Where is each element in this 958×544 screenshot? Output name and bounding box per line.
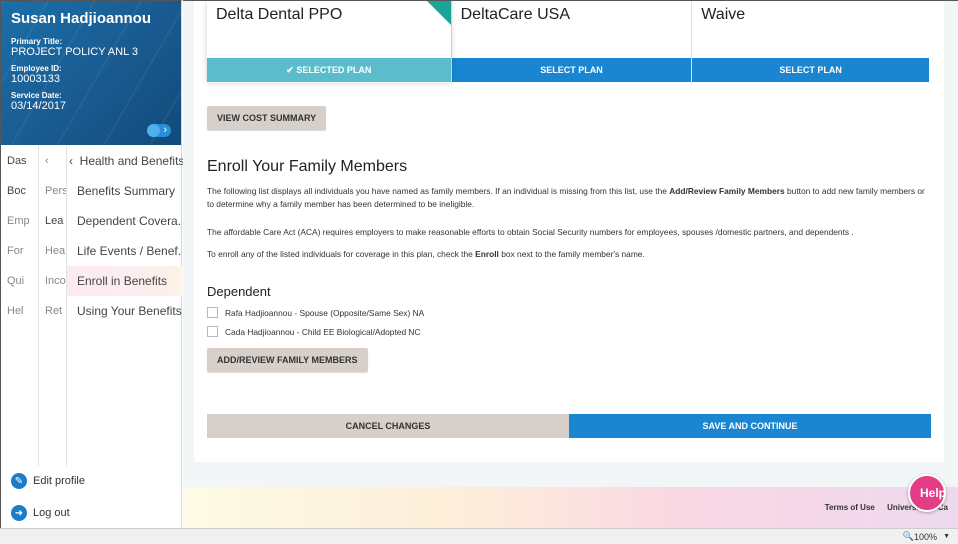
nav-level-2: ‹ Pers Lea Hea Inco Ret — [39, 146, 67, 466]
plan-name: Delta Dental PPO — [216, 6, 343, 23]
nav-item-benefits-summary[interactable]: Benefits Summary — [67, 176, 182, 206]
instructions-text: The following list displays all individu… — [207, 186, 670, 196]
back-icon[interactable]: ‹ — [39, 146, 66, 176]
nav-level-1: Das Boc Emp For Qui Hel — [1, 146, 39, 466]
dependent-name: Cada Hadjioannou - Child EE Biological/A… — [225, 326, 421, 337]
dependent-name: Rafa Hadjioannou - Spouse (Opposite/Same… — [225, 307, 425, 318]
profile-toggle[interactable]: › — [147, 124, 171, 137]
edit-profile-link[interactable]: ✎ Edit profile — [11, 473, 85, 489]
enroll-checkbox[interactable] — [207, 326, 218, 337]
nav-item-using-your-benefits[interactable]: Using Your Benefits — [67, 296, 182, 326]
profile-panel: Susan Hadjioannou Primary Title: PROJECT… — [1, 1, 181, 145]
plan-name: DeltaCare USA — [460, 6, 570, 23]
nav-item-level2[interactable]: Lea — [39, 206, 66, 236]
check-circle-icon: ✔ — [286, 65, 297, 75]
plan-card-waive: Waive SELECT PLAN — [691, 1, 929, 83]
enroll-instructions-2: To enroll any of the listed individuals … — [207, 248, 931, 261]
enroll-family-title: Enroll Your Family Members — [207, 158, 408, 175]
cancel-changes-button[interactable]: CANCEL CHANGES — [207, 414, 569, 438]
plan-card-deltacare-usa: DeltaCare USA SELECT PLAN — [450, 1, 692, 83]
plan-card-delta-dental-ppo: Delta Dental PPO ✔ SELECTED PLAN — [207, 1, 451, 83]
employee-id-value: 10003133 — [11, 73, 60, 85]
nav-item-level1[interactable]: Emp — [1, 206, 38, 236]
instructions-text: To enroll any of the listed individuals … — [207, 249, 476, 259]
enroll-checkbox[interactable] — [207, 307, 218, 318]
instructions-bold: Enroll — [475, 249, 499, 259]
chevron-down-icon: ▼ — [943, 533, 950, 540]
content: Delta Dental PPO ✔ SELECTED PLAN DeltaCa… — [207, 1, 931, 438]
instructions-bold: Add/Review Family Members — [669, 186, 785, 196]
nav-item-level2[interactable]: Pers — [39, 176, 66, 206]
nav-item-level2[interactable]: Hea — [39, 236, 66, 266]
save-and-continue-button[interactable]: SAVE AND CONTINUE — [569, 414, 931, 438]
select-plan-button[interactable]: SELECT PLAN — [451, 58, 692, 82]
view-cost-summary-button[interactable]: VIEW COST SUMMARY — [207, 106, 327, 130]
action-bar: CANCEL CHANGES SAVE AND CONTINUE — [207, 414, 931, 438]
nav-item-level1[interactable]: Hel — [1, 296, 38, 326]
selected-plan-button[interactable]: ✔ SELECTED PLAN — [207, 58, 451, 82]
nav-item-level1[interactable]: Boc — [1, 176, 38, 206]
plan-name: Waive — [701, 6, 746, 23]
log-out-label: Log out — [33, 507, 70, 519]
nav-level-3: ‹ Health and Benefits Benefits Summary D… — [67, 146, 185, 466]
sidebar: Susan Hadjioannou Primary Title: PROJECT… — [0, 0, 185, 528]
enroll-instructions-1: The following list displays all individu… — [207, 185, 931, 211]
content-card: Delta Dental PPO ✔ SELECTED PLAN DeltaCa… — [194, 1, 944, 462]
primary-title-value: PROJECT POLICY ANL 3 — [11, 46, 138, 58]
nav-header-label: Health and Benefits — [79, 154, 185, 168]
add-review-family-members-button[interactable]: ADD/REVIEW FAMILY MEMBERS — [207, 348, 368, 372]
nav-menu: Das Boc Emp For Qui Hel ‹ Pers Lea Hea I… — [1, 146, 185, 466]
primary-title-label: Primary Title: — [11, 37, 62, 46]
nav-item-life-events[interactable]: Life Events / Benef... — [67, 236, 182, 266]
selected-plan-label: SELECTED PLAN — [296, 65, 372, 75]
chevron-left-icon: ‹ — [69, 154, 80, 168]
chevron-right-icon: › — [163, 124, 167, 136]
service-date-value: 03/14/2017 — [11, 100, 67, 112]
nav-item-enroll-in-benefits[interactable]: Enroll in Benefits — [67, 266, 182, 296]
selected-corner-marker — [426, 1, 451, 25]
nav-item-level1[interactable]: Das — [1, 146, 38, 176]
profile-name: Susan Hadjioannou — [11, 10, 152, 27]
zoom-icon: 🔍 — [902, 531, 915, 541]
nav-back-health-benefits[interactable]: ‹ Health and Benefits — [67, 146, 185, 176]
dependent-heading: Dependent — [207, 284, 271, 299]
service-date-label: Service Date: — [11, 91, 62, 100]
select-plan-button[interactable]: SELECT PLAN — [692, 58, 929, 82]
employee-id-label: Employee ID: — [11, 64, 62, 73]
log-out-link[interactable]: ➜ Log out — [11, 505, 70, 521]
zoom-level: 100% — [914, 531, 938, 542]
zoom-control[interactable]: 🔍 100% ▼ — [903, 531, 950, 542]
nav-item-level1[interactable]: Qui — [1, 266, 38, 296]
nav-item-level1[interactable]: For — [1, 236, 38, 266]
edit-profile-label: Edit profile — [33, 475, 85, 487]
pencil-icon: ✎ — [11, 473, 27, 489]
aca-notice: The affordable Care Act (ACA) requires e… — [207, 227, 854, 237]
nav-item-level2[interactable]: Inco — [39, 266, 66, 296]
dependent-row: Rafa Hadjioannou - Spouse (Opposite/Same… — [207, 307, 424, 318]
terms-of-use-link[interactable]: Terms of Use — [825, 503, 875, 512]
plan-cards: Delta Dental PPO ✔ SELECTED PLAN DeltaCa… — [207, 1, 929, 83]
nav-item-level2[interactable]: Ret — [39, 296, 66, 326]
footer: Terms of Use University of Ca — [183, 487, 958, 528]
main-area: Delta Dental PPO ✔ SELECTED PLAN DeltaCa… — [183, 0, 958, 528]
dependent-row: Cada Hadjioannou - Child EE Biological/A… — [207, 326, 421, 337]
browser-status-bar: 🔍 100% ▼ — [0, 528, 958, 544]
nav-item-dependent-coverage[interactable]: Dependent Covera... — [67, 206, 182, 236]
instructions-text: box next to the family member's name. — [498, 249, 645, 259]
help-button[interactable]: Help — [908, 474, 946, 512]
logout-icon: ➜ — [11, 505, 27, 521]
